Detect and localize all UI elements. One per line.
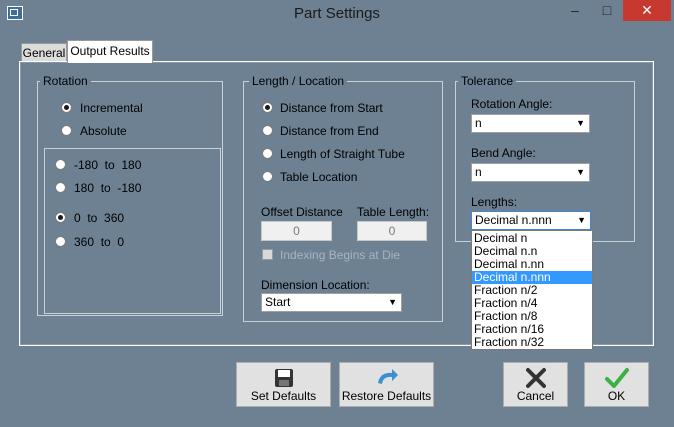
radio-incremental[interactable]	[61, 102, 72, 113]
radio-range-neg180-180-label: -180 to 180	[74, 158, 142, 172]
dimension-location-value: Start	[265, 295, 291, 309]
rotation-group-label: Rotation	[40, 74, 91, 88]
radio-distance-from-end-label: Distance from End	[280, 124, 379, 138]
radio-table-location[interactable]	[262, 171, 273, 182]
radio-distance-from-start-label: Distance from Start	[280, 101, 383, 115]
indexing-checkbox[interactable]	[262, 249, 273, 260]
offset-distance-field[interactable]: 0	[261, 221, 332, 241]
radio-range-180-neg180-label: 180 to -180	[74, 181, 142, 195]
ok-label: OK	[607, 389, 626, 403]
tolerance-group-label: Tolerance	[458, 74, 517, 88]
dropdown-item[interactable]: Fraction n/32	[472, 336, 592, 349]
chevron-down-icon: ▼	[388, 297, 397, 307]
cancel-button[interactable]: Cancel	[503, 362, 568, 407]
length-location-group-label: Length / Location	[249, 74, 348, 88]
chevron-down-icon: ▼	[576, 118, 585, 128]
tab-output-results[interactable]: Output Results	[67, 40, 153, 63]
rotation-range-group	[44, 148, 221, 314]
checkmark-icon	[604, 368, 629, 388]
lengths-select[interactable]: Decimal n.nnn ▼	[471, 211, 591, 230]
dimension-location-label: Dimension Location:	[261, 278, 370, 292]
ok-button[interactable]: OK	[584, 362, 649, 407]
table-length-field[interactable]: 0	[357, 221, 427, 241]
lengths-dropdown-list: Decimal n Decimal n.n Decimal n.nn Decim…	[471, 230, 593, 350]
bend-angle-value: n	[475, 165, 482, 179]
radio-range-360-0[interactable]	[55, 236, 66, 247]
cancel-label: Cancel	[516, 389, 555, 403]
floppy-disk-icon	[274, 369, 293, 387]
dimension-location-select[interactable]: Start ▼	[261, 293, 402, 312]
restore-defaults-button[interactable]: Restore Defaults	[339, 362, 434, 407]
bend-angle-label: Bend Angle:	[471, 146, 536, 160]
cancel-x-icon	[525, 368, 546, 388]
indexing-checkbox-label: Indexing Begins at Die	[280, 248, 401, 262]
restore-defaults-label: Restore Defaults	[341, 389, 432, 403]
restore-arrow-icon	[377, 369, 398, 384]
radio-absolute-label: Absolute	[80, 124, 127, 138]
radio-range-0-360[interactable]	[55, 212, 66, 223]
radio-distance-from-end[interactable]	[262, 125, 273, 136]
offset-distance-label: Offset Distance	[261, 205, 343, 219]
radio-table-location-label: Table Location	[280, 170, 358, 184]
minimize-button[interactable]: –	[560, 0, 590, 21]
rotation-angle-value: n	[475, 116, 482, 130]
chevron-down-icon: ▼	[576, 167, 585, 177]
radio-range-0-360-label: 0 to 360	[74, 211, 125, 225]
lengths-label: Lengths:	[471, 195, 518, 209]
chevron-down-icon: ▼	[577, 215, 586, 225]
close-button[interactable]: ✕	[623, 0, 671, 21]
radio-length-straight-tube[interactable]	[262, 148, 273, 159]
tab-general[interactable]: General	[21, 43, 67, 63]
radio-range-360-0-label: 360 to 0	[74, 235, 125, 249]
rotation-angle-label: Rotation Angle:	[471, 97, 553, 111]
radio-distance-from-start[interactable]	[262, 102, 273, 113]
maximize-button[interactable]: □	[592, 0, 622, 21]
lengths-value: Decimal n.nnn	[475, 213, 552, 227]
radio-range-180-neg180[interactable]	[55, 182, 66, 193]
rotation-angle-select[interactable]: n ▼	[471, 114, 590, 133]
radio-incremental-label: Incremental	[80, 101, 143, 115]
table-length-label: Table Length:	[357, 205, 430, 219]
radio-length-straight-tube-label: Length of Straight Tube	[280, 147, 405, 161]
set-defaults-label: Set Defaults	[250, 389, 317, 403]
bend-angle-select[interactable]: n ▼	[471, 163, 590, 182]
radio-range-neg180-180[interactable]	[55, 159, 66, 170]
set-defaults-button[interactable]: Set Defaults	[236, 362, 331, 407]
radio-absolute[interactable]	[61, 125, 72, 136]
